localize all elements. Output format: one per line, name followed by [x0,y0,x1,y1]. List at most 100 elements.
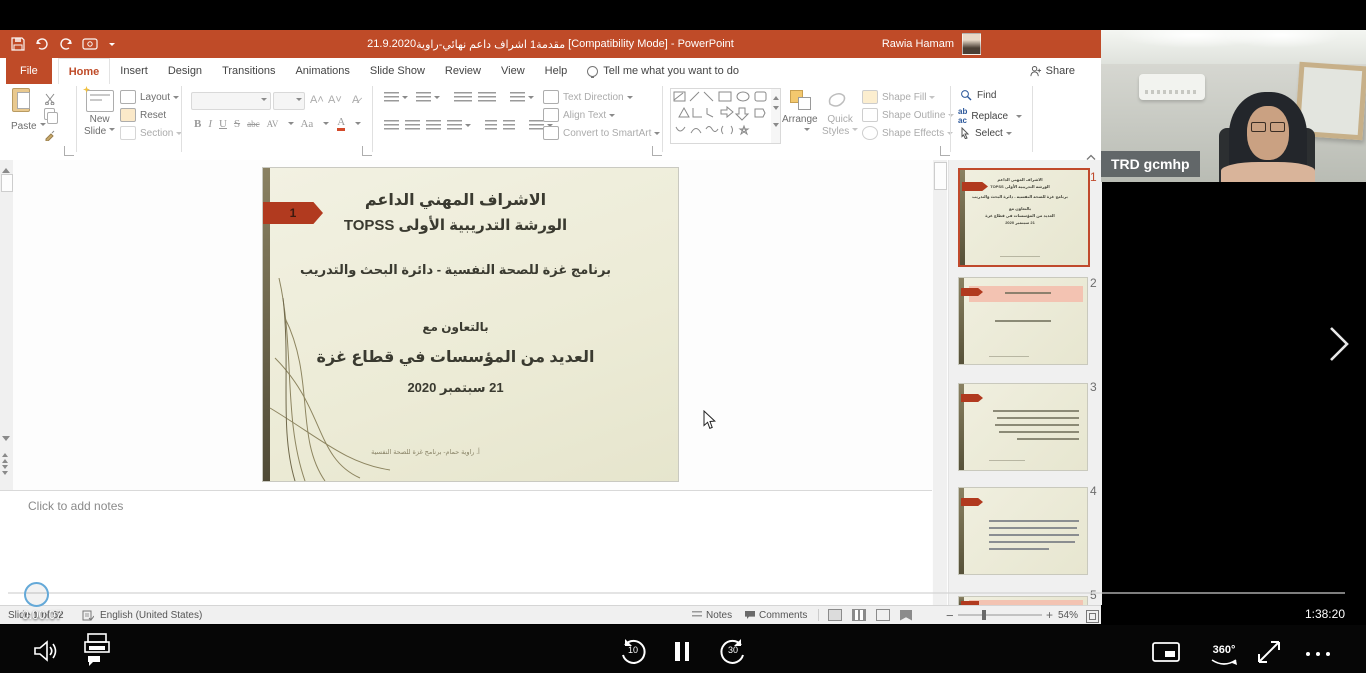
player-volume-icon[interactable] [32,638,58,669]
slide-title-line2[interactable]: الورشة التدريبية الأولى TOPSS [263,216,678,234]
increase-indent-icon[interactable] [478,92,496,102]
tab-view[interactable]: View [491,58,535,84]
seekbar-playhead[interactable] [24,582,49,607]
pause-button[interactable] [675,642,689,661]
reset-button[interactable]: Reset [120,108,166,122]
find-button[interactable]: Find [960,89,996,101]
section-button[interactable]: Section [120,126,182,140]
account-name[interactable]: Rawia Hamam [882,30,981,58]
align-right-icon[interactable] [426,120,441,130]
underline-button[interactable]: U [219,118,227,130]
rewind-10-button[interactable]: 10 [618,636,648,666]
tab-file[interactable]: File [6,58,52,84]
bullets-icon[interactable] [384,92,399,102]
printer-chat-icon[interactable] [82,632,112,671]
slideshow-view-button[interactable] [900,610,912,621]
font-dialog-launcher[interactable] [362,146,372,156]
slide-sorter-view-button[interactable] [852,609,866,621]
tab-insert[interactable]: Insert [110,58,158,84]
comments-toggle[interactable]: Comments [745,606,807,624]
qat-dropdown-icon[interactable] [109,43,115,49]
next-slide-icon[interactable] [2,465,8,478]
zoom-in-button[interactable]: + [1046,606,1053,624]
grow-font-icon[interactable]: A˄ [310,94,324,106]
notes-placeholder[interactable]: Click to add notes [28,499,123,513]
shapes-gallery[interactable] [670,88,772,144]
quick-styles-icon[interactable] [826,90,848,110]
clear-formatting-icon[interactable]: A̷ [352,94,359,106]
tab-animations[interactable]: Animations [285,58,359,84]
zoom-level[interactable]: 54% [1058,606,1078,624]
font-name-combo[interactable] [191,92,271,110]
paste-icon[interactable] [12,88,36,116]
fit-slide-button[interactable] [1086,610,1099,623]
scroll-up-icon[interactable] [2,164,10,173]
redo-icon[interactable] [58,36,74,52]
normal-view-button[interactable] [828,609,842,621]
layout-button[interactable]: Layout [120,90,179,104]
quick-styles-button[interactable]: QuickStyles [822,114,858,137]
tab-design[interactable]: Design [158,58,212,84]
previous-slide-icon[interactable] [2,450,8,463]
seekbar-track[interactable] [8,592,1345,594]
slide-orgs-line[interactable]: العديد من المؤسسات في قطاع غزة [263,347,678,367]
language-status[interactable]: English (United States) [100,606,202,624]
save-icon[interactable] [10,36,26,52]
replace-button[interactable]: abacReplace [958,107,1022,125]
tab-slide-show[interactable]: Slide Show [360,58,435,84]
shape-effects-button[interactable]: Shape Effects [862,126,953,140]
slide-title-line1[interactable]: الاشراف المهني الداعم [263,190,678,210]
justify-icon[interactable] [447,120,462,130]
align-left-icon[interactable] [384,120,399,130]
slide-date-line[interactable]: 21 سبتمبر 2020 [263,380,678,396]
shapes-scroll[interactable] [771,88,781,144]
clipboard-dialog-launcher[interactable] [64,146,74,156]
align-center-icon[interactable] [405,120,420,130]
touch-mode-icon[interactable] [82,36,98,52]
next-page-chevron[interactable] [1328,326,1350,367]
tab-review[interactable]: Review [435,58,491,84]
thumbnails-scrollbar[interactable] [933,160,947,605]
tell-me-box[interactable]: Tell me what you want to do [577,58,749,84]
more-options-button[interactable] [1306,652,1330,656]
mini-player-icon[interactable] [1152,642,1180,667]
thumbnail-slide-4[interactable] [958,487,1088,575]
arrange-button[interactable]: Arrange [782,114,818,137]
smartart-button[interactable]: Convert to SmartArt [543,126,660,140]
paragraph-dialog-launcher[interactable] [652,146,662,156]
slide-subtitle[interactable]: برنامج غزة للصحة النفسية - دائرة البحث و… [263,262,678,278]
tab-home[interactable]: Home [58,58,111,85]
font-size-combo[interactable] [273,92,305,110]
change-case-button[interactable]: Aa [300,118,313,130]
slide-coop-line[interactable]: بالتعاون مع [263,320,678,334]
shape-fill-button[interactable]: Shape Fill [862,90,935,104]
slide-canvas[interactable]: 1 الاشراف المهني الداعم الورشة التدريبية… [263,168,678,481]
forward-30-button[interactable]: 30 [718,636,748,666]
thumbnail-slide-1[interactable]: الاشراف المهني الداعمالورشة التدريبية ال… [958,168,1090,267]
notes-toggle[interactable]: Notes [692,606,732,624]
strikethrough-button[interactable]: abc [247,119,260,129]
share-button[interactable]: Share [1019,58,1085,84]
zoom-slider-thumb[interactable] [982,610,986,620]
reading-view-button[interactable] [876,609,890,621]
scroll-down-icon[interactable] [2,436,10,445]
line-spacing-icon[interactable] [510,92,525,102]
drawing-dialog-launcher[interactable] [940,146,950,156]
copy-icon[interactable] [44,108,58,124]
shrink-font-icon[interactable]: A˅ [328,94,342,106]
decrease-indent-icon[interactable] [454,92,472,102]
scrollbar-thumb[interactable] [1,174,13,192]
zoom-slider-track[interactable] [958,614,1042,616]
italic-button[interactable]: I [208,118,212,130]
undo-icon[interactable] [34,36,50,52]
thumbnails-scrollbar-thumb[interactable] [934,162,947,190]
font-color-button[interactable]: A [337,116,345,131]
rotate-360-button[interactable]: 360° [1204,640,1244,668]
align-text-button[interactable]: Align Text [543,108,615,122]
new-slide-button[interactable]: NewSlide [84,114,115,137]
thumbnail-slide-2[interactable] [958,277,1088,365]
tab-transitions[interactable]: Transitions [212,58,285,84]
numbering-icon[interactable] [416,92,431,102]
bold-button[interactable]: B [194,118,201,130]
zoom-out-button[interactable]: − [946,606,954,624]
